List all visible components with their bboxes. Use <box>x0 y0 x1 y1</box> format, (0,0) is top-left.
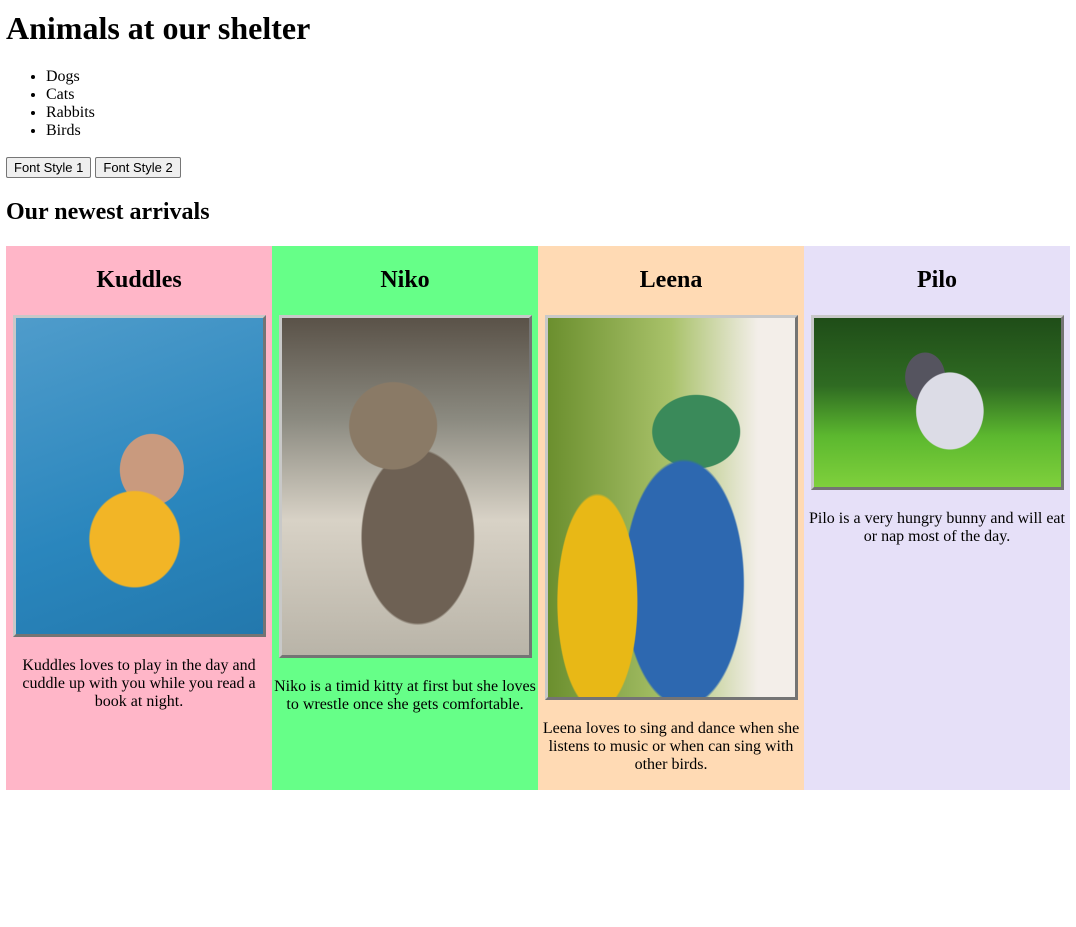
animal-name: Kuddles <box>96 267 182 293</box>
list-item: Birds <box>46 122 95 140</box>
font-style-buttons: Font Style 1 Font Style 2 <box>6 157 181 178</box>
animal-card-pilo: Pilo Pilo is a very hungry bunny and wil… <box>804 246 1070 790</box>
animal-description: Niko is a timid kitty at first but she l… <box>274 678 536 713</box>
niko-photo <box>278 315 532 658</box>
list-item: Dogs <box>46 68 95 86</box>
leena-photo <box>544 315 798 700</box>
animal-description: Pilo is a very hungry bunny and will eat… <box>809 510 1065 545</box>
list-item: Rabbits <box>46 104 95 122</box>
pilo-photo <box>810 315 1064 490</box>
page-title: Animals at our shelter <box>6 10 311 46</box>
animal-description: Kuddles loves to play in the day and cud… <box>22 657 256 710</box>
animal-name: Leena <box>639 267 703 293</box>
font-style-1-button[interactable]: Font Style 1 <box>6 157 92 178</box>
list-item: Cats <box>46 86 95 104</box>
animal-card-niko: Niko Niko is a timid kitty at first but … <box>272 246 538 790</box>
animal-category-list: Dogs Cats Rabbits Birds <box>6 68 95 140</box>
animal-name: Pilo <box>917 267 957 293</box>
section-heading: Our newest arrivals <box>6 199 210 225</box>
animal-card-kuddles: Kuddles Kuddles loves to play in the day… <box>6 246 272 790</box>
kuddles-photo <box>12 315 266 637</box>
animal-card-leena: Leena Leena loves to sing and dance when… <box>538 246 804 790</box>
font-style-2-button[interactable]: Font Style 2 <box>95 157 181 178</box>
animal-description: Leena loves to sing and dance when she l… <box>542 720 800 773</box>
newest-arrivals-table: Kuddles Kuddles loves to play in the day… <box>6 246 1070 790</box>
animal-name: Niko <box>380 267 430 293</box>
